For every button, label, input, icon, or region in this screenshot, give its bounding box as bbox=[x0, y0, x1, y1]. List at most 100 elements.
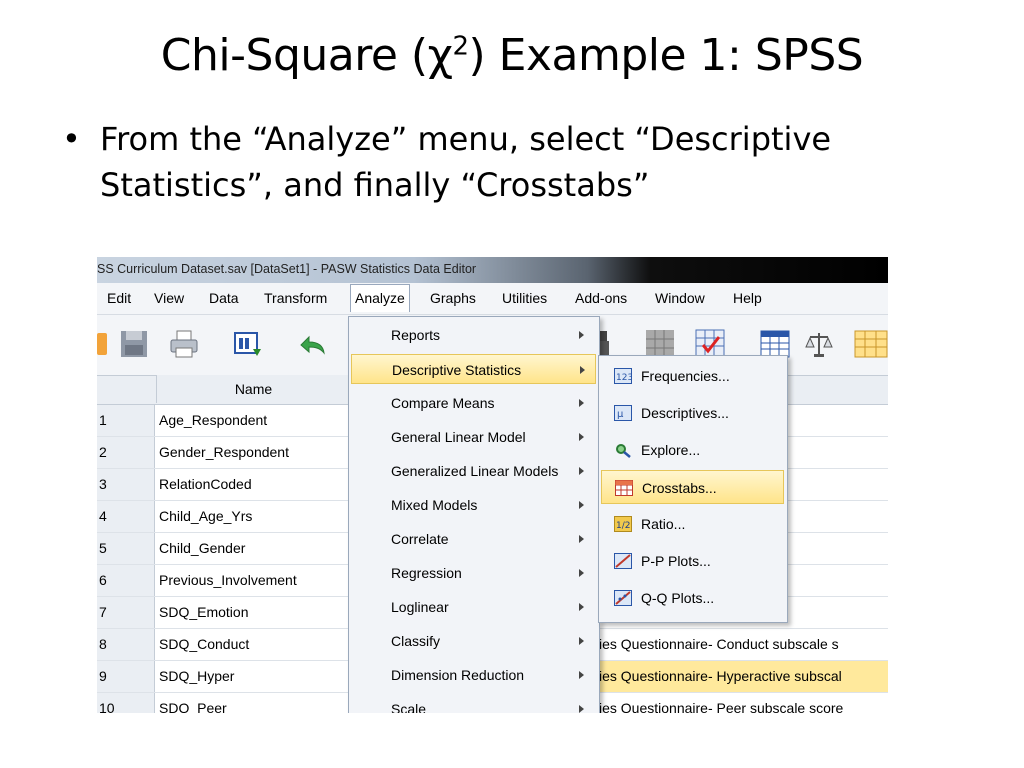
menu-item-explore[interactable]: Explore... bbox=[601, 433, 784, 467]
variable-name[interactable]: SDQ_Hyper bbox=[156, 661, 349, 692]
row-number[interactable]: 5 bbox=[97, 533, 155, 564]
menu-item-label: Crosstabs... bbox=[642, 480, 717, 496]
variable-name[interactable]: Previous_Involvement bbox=[156, 565, 349, 596]
menu-item-label: Compare Means bbox=[391, 395, 495, 411]
menu-item-label: Scale bbox=[391, 701, 427, 713]
menu-item-label: P-P Plots... bbox=[641, 553, 711, 569]
row-number[interactable]: 2 bbox=[97, 437, 155, 468]
variable-name[interactable]: Child_Age_Yrs bbox=[156, 501, 349, 532]
menu-item-frequencies[interactable]: 123 Frequencies... bbox=[601, 359, 784, 393]
menu-edit[interactable]: Edit bbox=[107, 290, 131, 306]
menu-item-label: Mixed Models bbox=[391, 497, 478, 513]
save-icon[interactable] bbox=[119, 329, 149, 359]
ratio-icon: 1/2 bbox=[614, 516, 632, 532]
submenu-arrow-icon bbox=[579, 331, 584, 339]
menu-item-descriptives[interactable]: μ Descriptives... bbox=[601, 396, 784, 430]
pp-plot-icon bbox=[614, 553, 632, 569]
submenu-arrow-icon bbox=[579, 535, 584, 543]
variable-name[interactable]: RelationCoded bbox=[156, 469, 349, 500]
menu-item-label: Dimension Reduction bbox=[391, 667, 525, 683]
descriptives-icon: μ bbox=[614, 405, 632, 421]
row-number[interactable]: 1 bbox=[97, 405, 155, 436]
menu-item-compare-means[interactable]: Compare Means bbox=[351, 388, 596, 418]
slide-title: Chi-Square (χ2) Example 1: SPSS bbox=[160, 30, 864, 81]
menu-item-reports[interactable]: Reports bbox=[351, 320, 596, 350]
menu-item-label: Classify bbox=[391, 633, 441, 649]
undo-icon[interactable] bbox=[297, 329, 327, 359]
menu-help[interactable]: Help bbox=[733, 290, 762, 306]
menu-item-label: General Linear Model bbox=[391, 429, 526, 445]
menu-item-ratio[interactable]: 1/2 Ratio... bbox=[601, 507, 784, 541]
variable-label[interactable]: ies Questionnaire- Conduct subscale s bbox=[597, 629, 888, 660]
variable-name[interactable]: Age_Respondent bbox=[156, 405, 349, 436]
menu-item-generalized-linear-models[interactable]: Generalized Linear Models bbox=[351, 456, 596, 486]
menu-graphs[interactable]: Graphs bbox=[430, 290, 476, 306]
row-number[interactable]: 8 bbox=[97, 629, 155, 660]
svg-text:μ: μ bbox=[617, 409, 624, 420]
variable-name[interactable]: Child_Gender bbox=[156, 533, 349, 564]
descriptive-statistics-submenu: 123 Frequencies... μ Descriptives... Exp… bbox=[598, 355, 788, 623]
submenu-arrow-icon bbox=[579, 501, 584, 509]
submenu-arrow-icon bbox=[579, 399, 584, 407]
frequencies-icon: 123 bbox=[614, 368, 632, 384]
weight-cases-icon[interactable] bbox=[804, 329, 834, 359]
menu-view[interactable]: View bbox=[154, 290, 184, 306]
submenu-arrow-icon bbox=[579, 705, 584, 713]
row-number[interactable]: 4 bbox=[97, 501, 155, 532]
menu-item-dimension-reduction[interactable]: Dimension Reduction bbox=[351, 660, 596, 690]
menu-item-label: Descriptives... bbox=[641, 405, 729, 421]
variable-label[interactable]: ies Questionnaire- Peer subscale score bbox=[597, 693, 888, 713]
menu-item-correlate[interactable]: Correlate bbox=[351, 524, 596, 554]
menu-item-label: Loglinear bbox=[391, 599, 449, 615]
bullet-dot: • bbox=[62, 120, 81, 158]
menu-item-label: Ratio... bbox=[641, 516, 686, 532]
menu-item-label: Generalized Linear Models bbox=[391, 463, 559, 479]
menu-item-label: Explore... bbox=[641, 442, 701, 458]
variable-name[interactable]: Gender_Respondent bbox=[156, 437, 349, 468]
row-number[interactable]: 7 bbox=[97, 597, 155, 628]
menu-item-scale[interactable]: Scale bbox=[351, 694, 596, 713]
explore-icon bbox=[616, 444, 631, 458]
menu-item-label: Reports bbox=[391, 327, 441, 343]
menu-item-qq-plots[interactable]: Q-Q Plots... bbox=[601, 581, 784, 615]
menu-item-classify[interactable]: Classify bbox=[351, 626, 596, 656]
value-labels-icon[interactable] bbox=[854, 329, 888, 359]
menu-item-pp-plots[interactable]: P-P Plots... bbox=[601, 544, 784, 578]
menu-item-regression[interactable]: Regression bbox=[351, 558, 596, 588]
open-folder-icon[interactable] bbox=[97, 329, 109, 359]
menu-analyze[interactable]: Analyze bbox=[350, 284, 410, 312]
menu-window[interactable]: Window bbox=[655, 290, 705, 306]
qq-plot-icon bbox=[614, 590, 632, 606]
menu-item-loglinear[interactable]: Loglinear bbox=[351, 592, 596, 622]
dialog-recall-icon[interactable] bbox=[233, 329, 263, 359]
menu-item-general-linear-model[interactable]: General Linear Model bbox=[351, 422, 596, 452]
row-number[interactable]: 6 bbox=[97, 565, 155, 596]
menu-add-ons[interactable]: Add-ons bbox=[575, 290, 627, 306]
menu-transform[interactable]: Transform bbox=[264, 290, 327, 306]
menu-utilities[interactable]: Utilities bbox=[502, 290, 547, 306]
submenu-arrow-icon bbox=[579, 603, 584, 611]
svg-text:123: 123 bbox=[616, 373, 632, 383]
menu-item-crosstabs[interactable]: Crosstabs... bbox=[601, 470, 784, 504]
menu-item-label: Q-Q Plots... bbox=[641, 590, 715, 606]
window-titlebar: SS Curriculum Dataset.sav [DataSet1] - P… bbox=[97, 257, 888, 283]
submenu-arrow-icon bbox=[580, 366, 585, 374]
variable-name[interactable]: SDQ_Conduct bbox=[156, 629, 349, 660]
spss-screenshot: SS Curriculum Dataset.sav [DataSet1] - P… bbox=[97, 257, 888, 713]
variable-label[interactable]: ies Questionnaire- Hyperactive subscal bbox=[597, 661, 888, 692]
variable-name[interactable]: SDQ_Peer bbox=[156, 693, 349, 713]
print-icon[interactable] bbox=[169, 329, 199, 359]
menu-item-descriptive-statistics[interactable]: Descriptive Statistics bbox=[351, 354, 596, 384]
window-title: SS Curriculum Dataset.sav [DataSet1] - P… bbox=[97, 262, 477, 276]
menu-item-label: Descriptive Statistics bbox=[392, 362, 522, 378]
row-number[interactable]: 9 bbox=[97, 661, 155, 692]
column-header-name[interactable]: Name bbox=[156, 375, 351, 403]
menu-data[interactable]: Data bbox=[209, 290, 239, 306]
row-number[interactable]: 3 bbox=[97, 469, 155, 500]
variable-name[interactable]: SDQ_Emotion bbox=[156, 597, 349, 628]
menu-item-label: Correlate bbox=[391, 531, 449, 547]
menu-item-mixed-models[interactable]: Mixed Models bbox=[351, 490, 596, 520]
menu-item-label: Frequencies... bbox=[641, 368, 730, 384]
submenu-arrow-icon bbox=[579, 671, 584, 679]
row-number[interactable]: 10 bbox=[97, 693, 155, 713]
